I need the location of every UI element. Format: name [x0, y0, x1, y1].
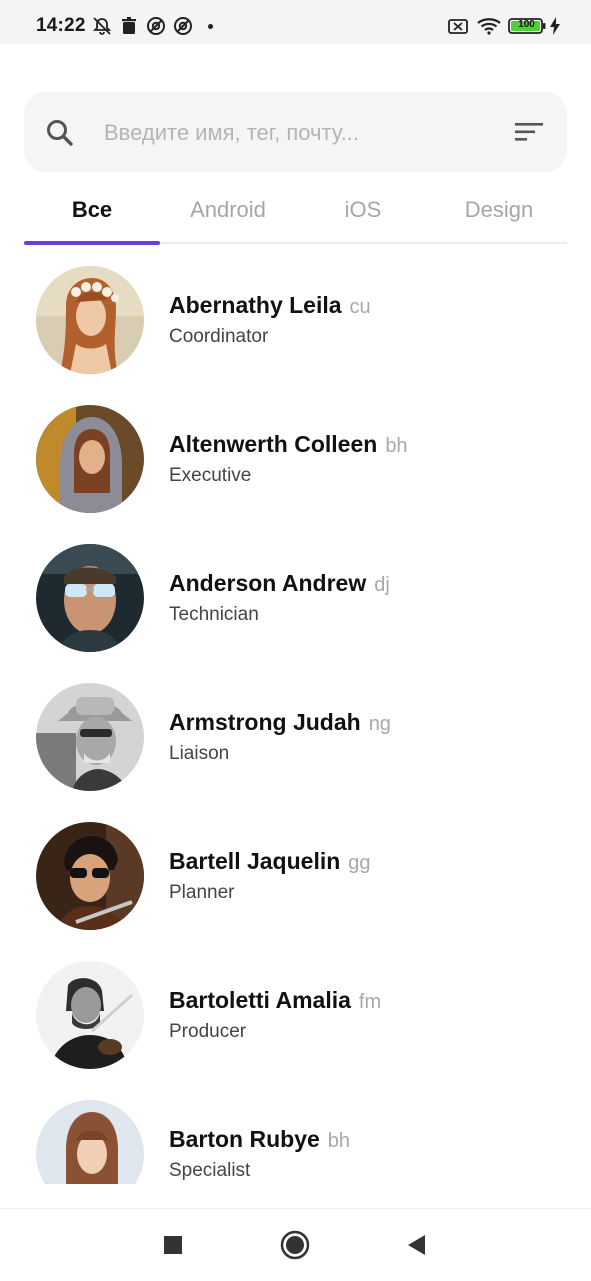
battery-level: 100 [518, 19, 535, 30]
contact-name: Abernathy Leila [169, 292, 342, 318]
search-input[interactable] [102, 112, 486, 154]
contact-name: Bartell Jaquelin [169, 848, 341, 874]
tab-android[interactable]: Android [160, 180, 296, 240]
contact-role: Coordinator [169, 326, 269, 347]
contact-name-line: Armstrong Judah ng [169, 709, 391, 736]
avatar [36, 1100, 144, 1184]
filter-icon[interactable] [514, 120, 544, 144]
contact-tag: ng [368, 713, 391, 735]
tab-ios[interactable]: iOS [295, 180, 431, 240]
search-bar[interactable] [24, 92, 567, 172]
contact-role: Executive [169, 465, 252, 486]
contact-row[interactable]: Bartoletti Amalia fm Producer [0, 949, 591, 1088]
bell-off-icon [92, 17, 112, 35]
contact-name-line: Altenwerth Colleen bh [169, 431, 408, 458]
recents-square-icon[interactable] [157, 1229, 189, 1261]
contact-tag: fm [358, 991, 382, 1013]
trash-icon [122, 17, 136, 34]
dot-icon [208, 24, 213, 29]
contact-role: Planner [169, 882, 235, 903]
search-icon[interactable] [44, 117, 76, 149]
contact-name: Altenwerth Colleen [169, 431, 378, 457]
contact-row[interactable]: Barton Rubye bh Specialist [0, 1088, 591, 1184]
at-sign-icon [147, 17, 165, 35]
at-sign-icon [174, 17, 192, 35]
contact-name: Bartoletti Amalia [169, 987, 351, 1013]
avatar [36, 266, 144, 374]
avatar [36, 822, 144, 930]
contact-name-line: Bartoletti Amalia fm [169, 987, 381, 1014]
status-bar: 14:22 100 [0, 0, 591, 44]
home-circle-icon[interactable] [279, 1229, 311, 1261]
contact-row[interactable]: Abernathy Leila cu Coordinator [0, 254, 591, 393]
avatar [36, 683, 144, 791]
contact-name: Armstrong Judah [169, 709, 361, 735]
avatar [36, 544, 144, 652]
charging-icon [550, 17, 560, 35]
contact-role: Specialist [169, 1160, 251, 1181]
contact-tag: bh [385, 435, 408, 457]
tab-all[interactable]: Все [24, 180, 160, 240]
contact-row[interactable]: Armstrong Judah ng Liaison [0, 671, 591, 810]
contact-role: Producer [169, 1021, 247, 1042]
avatar [36, 961, 144, 1069]
contact-name: Barton Rubye [169, 1126, 320, 1152]
system-navigation-bar [0, 1208, 591, 1281]
category-tabs: Все Android iOS Design [24, 180, 567, 246]
avatar [36, 405, 144, 513]
contact-name: Anderson Andrew [169, 570, 367, 596]
contact-role: Technician [169, 604, 259, 625]
back-triangle-icon[interactable] [400, 1229, 432, 1261]
contact-name-line: Barton Rubye bh [169, 1126, 350, 1153]
active-tab-indicator [24, 241, 160, 245]
contact-row[interactable]: Anderson Andrew dj Technician [0, 532, 591, 671]
status-time: 14:22 [36, 15, 86, 36]
contact-list[interactable]: Abernathy Leila cu Coordinator Altenwerth… [0, 254, 591, 1184]
contact-name-line: Bartell Jaquelin gg [169, 848, 371, 875]
contact-tag: bh [327, 1130, 351, 1152]
contact-row[interactable]: Altenwerth Colleen bh Executive [0, 393, 591, 532]
contact-name-line: Abernathy Leila cu [169, 292, 371, 319]
contact-tag: dj [374, 574, 390, 596]
wifi-icon [477, 18, 501, 35]
contact-tag: gg [348, 852, 371, 874]
sim-off-icon [448, 19, 468, 34]
contact-tag: cu [349, 296, 371, 318]
contact-role: Liaison [169, 743, 230, 764]
contact-name-line: Anderson Andrew dj [169, 570, 390, 597]
tab-design[interactable]: Design [431, 180, 567, 240]
contact-row[interactable]: Bartell Jaquelin gg Planner [0, 810, 591, 949]
